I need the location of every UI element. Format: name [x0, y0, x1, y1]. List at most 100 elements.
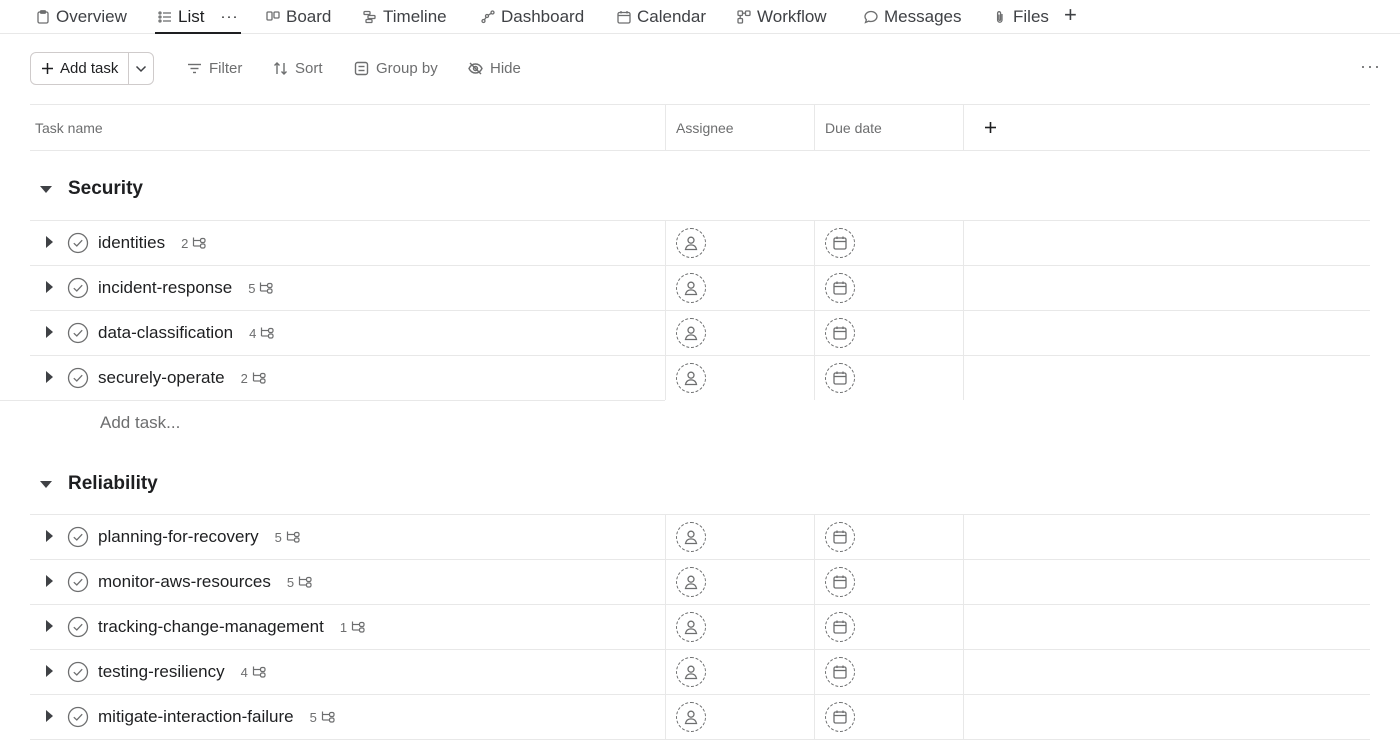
caret-right-icon[interactable] [46, 530, 53, 542]
more-options-button[interactable]: ··· [1360, 56, 1381, 77]
due-date-placeholder[interactable] [825, 612, 855, 642]
task-name-text[interactable]: incident-response [98, 278, 232, 298]
filter-button[interactable]: Filter [187, 52, 242, 85]
due-date-placeholder[interactable] [825, 228, 855, 258]
task-name-text[interactable]: mitigate-interaction-failure [98, 707, 294, 727]
check-circle-icon[interactable] [67, 232, 89, 254]
subtask-count[interactable]: 2 [241, 371, 267, 386]
section-header-reliability[interactable]: Reliability [40, 473, 158, 495]
assignee-avatar-placeholder[interactable] [676, 273, 706, 303]
add-tab-plus-icon[interactable]: + [1064, 2, 1077, 28]
column-header-task-name[interactable]: Task name [35, 105, 103, 150]
tab-messages[interactable]: Messages [864, 0, 961, 33]
table-row[interactable]: incident-response 5 [30, 265, 1370, 310]
task-name[interactable]: planning-for-recovery 5 [98, 527, 301, 547]
section-header-security[interactable]: Security [40, 178, 143, 200]
check-circle-icon[interactable] [67, 616, 89, 638]
tab-overview[interactable]: Overview [36, 0, 127, 33]
check-circle-icon[interactable] [67, 367, 89, 389]
subtask-count[interactable]: 2 [181, 236, 207, 251]
table-row[interactable]: tracking-change-management 1 [30, 604, 1370, 649]
assignee-avatar-placeholder[interactable] [676, 612, 706, 642]
tab-dashboard[interactable]: Dashboard [481, 0, 584, 33]
due-date-placeholder[interactable] [825, 657, 855, 687]
table-row[interactable]: data-classification 4 [30, 310, 1370, 355]
tab-workflow[interactable]: Workflow [737, 0, 827, 33]
caret-right-icon[interactable] [46, 371, 53, 383]
check-circle-icon[interactable] [67, 322, 89, 344]
caret-right-icon[interactable] [46, 575, 53, 587]
task-name-text[interactable]: data-classification [98, 323, 233, 343]
due-date-placeholder[interactable] [825, 273, 855, 303]
task-name[interactable]: data-classification 4 [98, 323, 275, 343]
add-task-row[interactable]: Add task... [0, 400, 665, 446]
subtask-count[interactable]: 5 [275, 530, 301, 545]
task-name[interactable]: incident-response 5 [98, 278, 274, 298]
add-task-dropdown-button[interactable] [129, 53, 153, 84]
task-name-text[interactable]: testing-resiliency [98, 662, 225, 682]
check-circle-icon[interactable] [67, 661, 89, 683]
task-name[interactable]: monitor-aws-resources 5 [98, 572, 313, 592]
check-circle-icon[interactable] [67, 526, 89, 548]
task-name[interactable]: identities 2 [98, 233, 207, 253]
subtask-count[interactable]: 4 [249, 326, 275, 341]
due-date-placeholder[interactable] [825, 702, 855, 732]
due-date-placeholder[interactable] [825, 363, 855, 393]
column-header-assignee[interactable]: Assignee [676, 105, 734, 150]
sort-button[interactable]: Sort [273, 52, 323, 85]
assignee-avatar-placeholder[interactable] [676, 318, 706, 348]
subtask-count[interactable]: 1 [340, 620, 366, 635]
assignee-avatar-placeholder[interactable] [676, 522, 706, 552]
task-name-text[interactable]: monitor-aws-resources [98, 572, 271, 592]
tab-options-button[interactable]: ··· [220, 8, 238, 25]
task-name[interactable]: tracking-change-management 1 [98, 617, 366, 637]
assignee-avatar-placeholder[interactable] [676, 657, 706, 687]
task-name-text[interactable]: securely-operate [98, 368, 225, 388]
tab-files[interactable]: Files [993, 0, 1049, 33]
tab-list[interactable]: List ··· [154, 0, 242, 34]
caret-down-icon[interactable] [40, 185, 52, 193]
check-circle-icon[interactable] [67, 571, 89, 593]
task-name[interactable]: securely-operate 2 [98, 368, 267, 388]
table-row[interactable]: planning-for-recovery 5 [30, 514, 1370, 559]
task-name-text[interactable]: planning-for-recovery [98, 527, 259, 547]
add-task-button[interactable]: Add task [31, 53, 129, 84]
subtask-count[interactable]: 5 [310, 710, 336, 725]
caret-right-icon[interactable] [46, 281, 53, 293]
tab-board[interactable]: Board [266, 0, 331, 33]
caret-right-icon[interactable] [46, 236, 53, 248]
due-date-placeholder[interactable] [825, 522, 855, 552]
table-row[interactable]: monitor-aws-resources 5 [30, 559, 1370, 604]
hide-button[interactable]: Hide [468, 52, 521, 85]
caret-right-icon[interactable] [46, 620, 53, 632]
tab-timeline[interactable]: Timeline [363, 0, 447, 33]
check-circle-icon[interactable] [67, 277, 89, 299]
task-name-text[interactable]: tracking-change-management [98, 617, 324, 637]
task-name[interactable]: mitigate-interaction-failure 5 [98, 707, 336, 727]
caret-down-icon[interactable] [40, 480, 52, 488]
add-task-placeholder[interactable]: Add task... [100, 413, 180, 433]
table-row[interactable]: testing-resiliency 4 [30, 649, 1370, 694]
table-row[interactable]: mitigate-interaction-failure 5 [30, 694, 1370, 739]
due-date-placeholder[interactable] [825, 567, 855, 597]
assignee-avatar-placeholder[interactable] [676, 702, 706, 732]
assignee-avatar-placeholder[interactable] [676, 363, 706, 393]
caret-right-icon[interactable] [46, 326, 53, 338]
due-date-placeholder[interactable] [825, 318, 855, 348]
tab-calendar[interactable]: Calendar [617, 0, 706, 33]
subtask-count[interactable]: 5 [287, 575, 313, 590]
table-row[interactable]: identities 2 [30, 220, 1370, 265]
subtask-count[interactable]: 5 [248, 281, 274, 296]
add-column-button[interactable] [984, 105, 997, 150]
column-header-due-date[interactable]: Due date [825, 105, 882, 150]
caret-right-icon[interactable] [46, 665, 53, 677]
check-circle-icon[interactable] [67, 706, 89, 728]
task-name[interactable]: testing-resiliency 4 [98, 662, 267, 682]
subtask-count[interactable]: 4 [241, 665, 267, 680]
assignee-avatar-placeholder[interactable] [676, 567, 706, 597]
assignee-avatar-placeholder[interactable] [676, 228, 706, 258]
table-row[interactable]: securely-operate 2 [30, 355, 1370, 400]
task-name-text[interactable]: identities [98, 233, 165, 253]
group-by-button[interactable]: Group by [354, 52, 438, 85]
caret-right-icon[interactable] [46, 710, 53, 722]
